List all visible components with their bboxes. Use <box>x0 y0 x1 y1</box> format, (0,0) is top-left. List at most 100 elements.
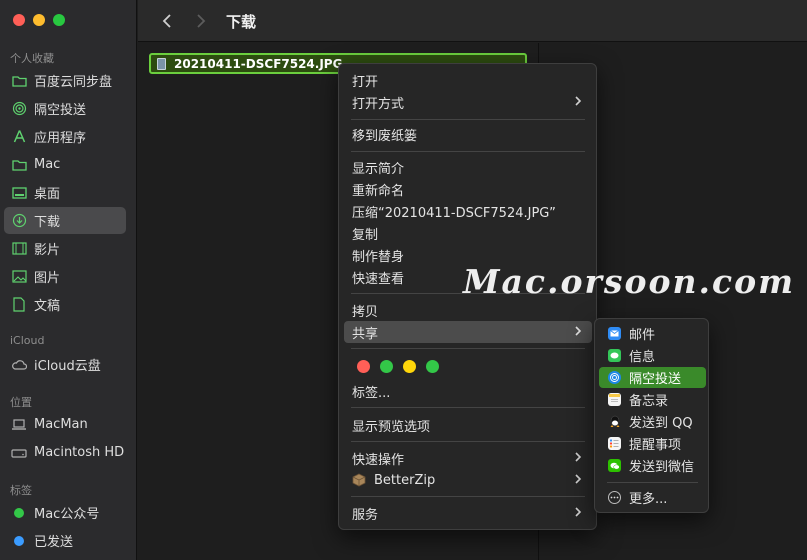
wechat-icon <box>608 459 621 472</box>
betterzip-icon <box>352 473 366 487</box>
sidebar-item-macman[interactable]: MacMan <box>4 411 126 438</box>
more-icon <box>608 491 621 504</box>
share-submenu: 邮件 信息 隔空投送 备忘录 发送到 QQ 提醒事项 发送到微信 更多... <box>594 318 709 513</box>
share-item-label: 信息 <box>629 350 656 365</box>
sidebar-item-downloads[interactable]: 下载 <box>4 207 126 234</box>
yellow-tag-dot[interactable] <box>403 360 416 373</box>
menu-separator <box>351 441 585 442</box>
close-button[interactable] <box>13 14 25 26</box>
sidebar-item-tag-sent[interactable]: 已发送 <box>4 527 126 554</box>
menu-item-label: 共享 <box>352 326 379 342</box>
image-file-icon <box>157 57 166 70</box>
share-item-label: 发送到微信 <box>629 460 695 475</box>
blue-tag-icon <box>14 535 24 546</box>
menu-item-tags[interactable]: 标签... <box>344 380 592 402</box>
share-item-send-to-qq[interactable]: 发送到 QQ <box>599 411 706 432</box>
file-name: 20210411-DSCF7524.JPG <box>174 56 343 71</box>
menu-item-open[interactable]: 打开 <box>344 69 592 91</box>
window-title: 下载 <box>226 13 257 31</box>
menu-item-move-to-trash[interactable]: 移到废纸篓 <box>344 123 592 145</box>
green-tag-dot[interactable] <box>426 360 439 373</box>
sidebar-item-label: 桌面 <box>34 187 61 202</box>
sidebar-item-applications[interactable]: 应用程序 <box>4 123 126 150</box>
sidebar-item-label: 下载 <box>34 215 61 230</box>
share-item-airdrop[interactable]: 隔空投送 <box>599 367 706 388</box>
menu-item-duplicate[interactable]: 复制 <box>344 222 592 244</box>
sidebar-item-label: 百度云同步盘 <box>34 75 113 90</box>
disk-icon <box>11 445 27 461</box>
menu-item-label: 打开方式 <box>352 96 405 112</box>
menu-item-services[interactable]: 服务 <box>344 502 592 524</box>
zoom-button[interactable] <box>53 14 65 26</box>
applications-icon <box>11 129 27 145</box>
sidebar-item-baidu-sync[interactable]: 百度云同步盘 <box>4 67 126 94</box>
menu-item-get-info[interactable]: 显示简介 <box>344 156 592 178</box>
notes-icon <box>608 393 621 406</box>
tags-section-title: 标签 <box>10 484 32 497</box>
back-button[interactable] <box>156 10 178 32</box>
sidebar-item-pictures[interactable]: 图片 <box>4 263 126 290</box>
menu-item-compress[interactable]: 压缩“20210411-DSCF7524.JPG” <box>344 200 592 222</box>
toolbar: 下载 <box>138 0 807 42</box>
menu-item-label: 快速操作 <box>352 452 405 468</box>
menu-item-label: 服务 <box>352 507 379 523</box>
menu-item-betterzip[interactable]: BetterZip <box>344 469 592 491</box>
share-item-label: 更多... <box>629 492 668 507</box>
folder-icon <box>11 73 27 89</box>
chevron-right-icon <box>575 96 582 106</box>
share-item-label: 提醒事项 <box>629 438 682 453</box>
share-item-send-to-wechat[interactable]: 发送到微信 <box>599 455 706 476</box>
movies-icon <box>11 241 27 257</box>
menu-item-show-preview-options[interactable]: 显示预览选项 <box>344 414 592 436</box>
menu-separator <box>351 407 585 408</box>
desktop-icon <box>11 185 27 201</box>
sidebar-item-icloud-drive[interactable]: iCloud云盘 <box>4 351 126 378</box>
tag-color-picker <box>357 360 439 373</box>
menu-item-rename[interactable]: 重新命名 <box>344 178 592 200</box>
sidebar-item-label: iCloud云盘 <box>34 359 101 374</box>
download-icon <box>11 213 27 229</box>
share-item-reminders[interactable]: 提醒事项 <box>599 433 706 454</box>
qq-icon <box>608 415 621 428</box>
minimize-button[interactable] <box>33 14 45 26</box>
menu-separator <box>351 151 585 152</box>
airdrop-icon <box>11 101 27 117</box>
menu-item-label: BetterZip <box>374 472 436 488</box>
sidebar-item-label: 影片 <box>34 243 61 258</box>
sidebar: 个人收藏 百度云同步盘 隔空投送 应用程序 Mac 桌面 下载 影片 图片 文稿… <box>0 0 137 560</box>
share-item-more[interactable]: 更多... <box>599 487 706 508</box>
laptop-icon <box>11 417 27 433</box>
sidebar-item-airdrop[interactable]: 隔空投送 <box>4 95 126 122</box>
menu-separator <box>351 119 585 120</box>
sidebar-item-label: 已发送 <box>34 535 74 550</box>
sidebar-item-desktop[interactable]: 桌面 <box>4 179 126 206</box>
pictures-icon <box>11 269 27 285</box>
red-tag-dot[interactable] <box>357 360 370 373</box>
menu-item-share[interactable]: 共享 <box>344 321 592 343</box>
menu-separator <box>351 348 585 349</box>
cloud-icon <box>11 357 27 373</box>
sidebar-item-tag-mac[interactable]: Mac公众号 <box>4 499 126 526</box>
sidebar-item-label: 文稿 <box>34 299 61 314</box>
green-tag-icon <box>14 507 24 518</box>
green-tag-dot[interactable] <box>380 360 393 373</box>
folder-icon <box>11 157 27 173</box>
watermark-text: Mac.orsoon.com <box>463 262 795 301</box>
sidebar-item-documents[interactable]: 文稿 <box>4 291 126 318</box>
menu-item-copy[interactable]: 拷贝 <box>344 299 592 321</box>
share-item-messages[interactable]: 信息 <box>599 345 706 366</box>
share-item-notes[interactable]: 备忘录 <box>599 389 706 410</box>
menu-separator <box>607 482 698 483</box>
sidebar-item-label: Macintosh HD <box>34 445 125 460</box>
menu-item-quick-actions[interactable]: 快速操作 <box>344 447 592 469</box>
sidebar-item-macintosh-hd[interactable]: Macintosh HD <box>4 439 126 466</box>
sidebar-item-movies[interactable]: 影片 <box>4 235 126 262</box>
menu-item-open-with[interactable]: 打开方式 <box>344 91 592 113</box>
forward-button[interactable] <box>190 10 212 32</box>
sidebar-item-mac[interactable]: Mac <box>4 151 126 178</box>
share-item-mail[interactable]: 邮件 <box>599 323 706 344</box>
airdrop-icon <box>608 371 621 384</box>
share-item-label: 发送到 QQ <box>629 416 693 431</box>
chevron-right-icon <box>575 507 582 517</box>
window-controls <box>13 14 65 26</box>
